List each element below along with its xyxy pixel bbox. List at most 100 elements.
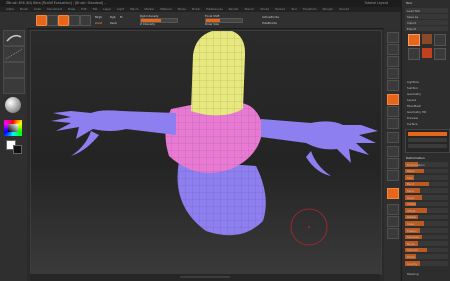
tray-header: Tool	[406, 1, 412, 5]
tool-thumbnail-4[interactable]	[408, 48, 420, 60]
deformation-label: Twist	[407, 188, 414, 193]
deformation-label: Bend	[407, 182, 415, 187]
deformation-slider[interactable]: Offset	[405, 208, 448, 213]
export-button[interactable]: Export	[405, 26, 448, 31]
secondary-color-swatch[interactable]	[13, 145, 22, 154]
scale-view-button[interactable]	[387, 158, 399, 169]
brush-cursor-center	[308, 226, 310, 228]
persp-button[interactable]	[387, 94, 399, 105]
stroke-thumbnail[interactable]	[3, 46, 25, 62]
deformation-slider[interactable]: Noise	[405, 241, 448, 246]
zadd-label[interactable]: Zadd	[95, 21, 102, 25]
deformation-slider[interactable]: Smooth	[405, 247, 448, 253]
mrgb-label[interactable]: Mrgb	[95, 15, 102, 19]
z-intensity-label: Z Intensity	[140, 22, 155, 26]
local-button[interactable]	[387, 118, 399, 129]
deformation-label: Polish	[407, 254, 416, 259]
load-tool-button[interactable]: Load Tool	[405, 8, 448, 13]
top-toolbar: Mrgb Rgb M Zadd Zsub Rgb Intensity Z Int…	[0, 12, 400, 29]
section-lightbox[interactable]: Lightbox	[407, 80, 419, 84]
current-tool-thumbnail[interactable]	[408, 34, 420, 46]
move-button[interactable]	[58, 15, 69, 26]
tool-thumbnail-6[interactable]	[434, 48, 446, 60]
scale-button[interactable]	[69, 15, 80, 26]
deformation-label: Skew	[407, 221, 415, 226]
bottom-bar	[30, 274, 380, 281]
deformation-label: Deformation	[407, 162, 425, 167]
rotate-view-button[interactable]	[387, 170, 399, 181]
zoom-button[interactable]	[387, 68, 399, 79]
section-geometry[interactable]: Geometry	[407, 92, 421, 96]
deformation-slider[interactable]: Size	[405, 175, 448, 180]
edit-button[interactable]	[36, 15, 47, 26]
spix-button[interactable]	[387, 44, 399, 55]
frame-button[interactable]	[387, 132, 399, 143]
deformation-slider[interactable]: Bend	[405, 181, 448, 187]
bpr-button[interactable]	[387, 32, 399, 43]
import-button[interactable]: Import	[405, 20, 448, 25]
total-points-label: TotalPoints	[262, 21, 277, 25]
solo-button[interactable]	[387, 216, 399, 227]
brush-thumbnail[interactable]	[3, 30, 25, 46]
texture-thumbnail[interactable]	[3, 78, 25, 94]
left-shelf	[0, 28, 27, 281]
deformation-label: Taper	[407, 195, 415, 200]
tool-thumbnail-3[interactable]	[434, 34, 446, 46]
title-bar: ZBrush 4R6 (64) Beta [RLsfdf Evaluation]…	[0, 0, 450, 7]
deformation-label: Smooth	[407, 248, 418, 253]
stroke-icon	[5, 48, 23, 60]
rgb-label[interactable]: Rgb	[110, 15, 116, 19]
section-geometry-hd[interactable]: Geometry HD	[407, 110, 426, 114]
zsub-label[interactable]: Zsub	[110, 21, 117, 25]
section-fibermesh[interactable]: FiberMesh	[407, 104, 421, 108]
deformation-slider[interactable]: Polish	[405, 254, 448, 259]
tool-thumbnail-5[interactable]	[422, 48, 432, 58]
brush-icon	[6, 34, 22, 42]
section-layers[interactable]: Layers	[407, 98, 416, 102]
deformation-slider[interactable]: Flatten	[405, 228, 448, 233]
subtool-item[interactable]	[408, 138, 447, 142]
deformation-label: Flatten	[407, 228, 417, 233]
tool-thumbnail-2[interactable]	[422, 34, 432, 44]
xpose-button[interactable]	[387, 228, 399, 239]
model-render	[51, 29, 378, 246]
subtool-item-active[interactable]	[408, 132, 447, 136]
deformation-slider[interactable]: Twist	[405, 188, 448, 193]
m-label[interactable]: M	[120, 15, 122, 19]
rotate-button[interactable]	[80, 15, 91, 26]
section-surface[interactable]: Surface	[407, 122, 418, 126]
deformation-slider[interactable]: Deformation	[405, 162, 448, 167]
floor-button[interactable]	[387, 106, 399, 117]
polyf-button[interactable]	[387, 188, 399, 199]
save-as-button[interactable]: Save As	[405, 14, 448, 19]
masking-section[interactable]: Masking	[407, 272, 419, 276]
move-view-button[interactable]	[387, 146, 399, 157]
deformation-slider[interactable]: Rotate	[405, 214, 448, 220]
subtool-list[interactable]	[405, 129, 450, 153]
deformation-slider[interactable]: Squeeze	[405, 234, 448, 240]
deformation-slider[interactable]: Taper	[405, 195, 448, 200]
transp-button[interactable]	[387, 204, 399, 215]
section-subtool[interactable]: SubTool	[407, 86, 418, 90]
left-hand-mesh	[51, 110, 176, 156]
deformation-label: Inflate	[407, 202, 416, 207]
actual-button[interactable]	[387, 80, 399, 91]
alpha-thumbnail[interactable]	[3, 62, 25, 78]
deformation-header[interactable]: Deformation	[406, 156, 425, 160]
subtool-item[interactable]	[408, 144, 447, 148]
deformation-slider[interactable]: Relax	[405, 168, 448, 174]
color-picker-square[interactable]	[8, 124, 18, 132]
deformation-slider[interactable]: Skew	[405, 221, 448, 226]
draw-button[interactable]	[47, 15, 58, 26]
material-sphere-icon[interactable]	[5, 97, 21, 113]
deformation-slider[interactable]: Gravity	[405, 261, 448, 266]
color-picker[interactable]	[4, 120, 22, 136]
right-tray-tool-palette: Tool Load Tool Save As Import Export Lig…	[401, 0, 450, 281]
bottom-scroll-handle[interactable]	[180, 276, 230, 278]
deformation-label: Size	[407, 175, 413, 180]
scroll-button[interactable]	[387, 56, 399, 67]
section-preview[interactable]: Preview	[407, 116, 418, 120]
draw-size-label: Draw Size	[205, 22, 219, 26]
deformation-slider[interactable]: Inflate	[405, 201, 448, 207]
canvas-viewport[interactable]	[30, 29, 382, 275]
